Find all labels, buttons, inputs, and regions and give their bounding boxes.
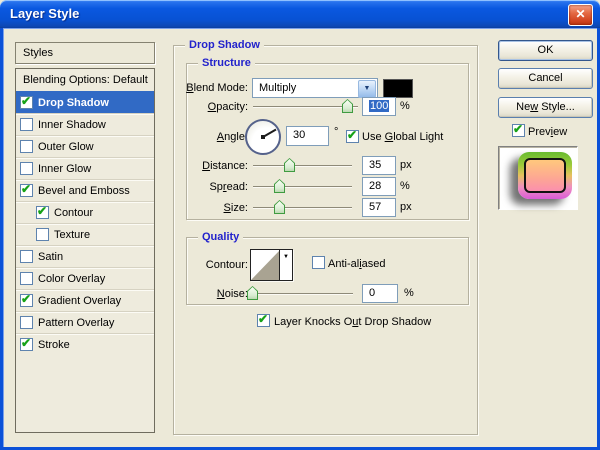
style-checkbox[interactable]	[20, 118, 33, 131]
opacity-label: Opacity:	[207, 101, 248, 113]
use-global-light-checkbox[interactable]	[346, 128, 359, 143]
anti-aliased-checkbox[interactable]	[312, 256, 325, 269]
close-button[interactable]: ✕	[568, 4, 593, 26]
style-list-item[interactable]: Contour	[16, 201, 154, 223]
style-list-item[interactable]: Gradient Overlay	[16, 289, 154, 311]
style-list-item[interactable]: Texture	[16, 223, 154, 245]
shadow-color-swatch[interactable]	[383, 79, 413, 98]
style-label: Outer Glow	[38, 140, 94, 153]
spread-slider-track[interactable]	[253, 186, 352, 187]
style-list-item[interactable]: Stroke	[16, 333, 154, 355]
style-checkbox[interactable]	[20, 140, 33, 153]
distance-unit: px	[400, 159, 412, 171]
close-icon: ✕	[575, 7, 586, 21]
style-list-item[interactable]: Inner Glow	[16, 157, 154, 179]
style-list-item[interactable]: Drop Shadow	[16, 91, 154, 113]
style-list-item[interactable]: Pattern Overlay	[16, 311, 154, 333]
style-list-item[interactable]: Outer Glow	[16, 135, 154, 157]
styles-list: Blending Options: Default Drop Shadow In…	[15, 68, 155, 433]
cancel-button[interactable]: Cancel	[498, 68, 593, 89]
size-input[interactable]: 57	[362, 198, 396, 217]
style-label: Color Overlay	[38, 272, 106, 285]
layer-knocks-out-label: Layer Knocks Out Drop Shadow	[274, 316, 432, 328]
noise-slider-thumb[interactable]	[247, 286, 258, 300]
styles-header: Styles	[15, 42, 155, 64]
size-slider-thumb[interactable]	[274, 200, 285, 214]
style-checkbox[interactable]	[20, 316, 33, 329]
style-label: Pattern Overlay	[38, 316, 115, 329]
angle-label: Angle:	[216, 131, 248, 143]
style-list-item[interactable]: Color Overlay	[16, 267, 154, 289]
style-list-item[interactable]: Blending Options: Default	[16, 69, 154, 91]
spread-unit: %	[400, 180, 410, 192]
window-title: Layer Style	[10, 6, 80, 21]
blend-mode-label: Blend Mode:	[186, 82, 248, 94]
noise-label: Noise:	[216, 288, 248, 300]
preview-label: Preview	[528, 126, 568, 138]
size-label: Size:	[223, 202, 248, 214]
contour-picker[interactable]: ▼	[250, 249, 293, 281]
size-unit: px	[400, 201, 412, 213]
style-label: Blending Options: Default	[23, 74, 148, 86]
contour-label: Contour:	[205, 259, 248, 271]
style-label: Inner Shadow	[38, 118, 106, 131]
style-checkbox[interactable]	[20, 250, 33, 263]
opacity-unit: %	[400, 100, 410, 112]
blend-mode-select[interactable]: Multiply ▼	[252, 78, 378, 98]
style-checkbox[interactable]	[20, 272, 33, 285]
angle-unit: °	[334, 126, 339, 138]
style-checkbox[interactable]	[36, 204, 49, 219]
style-label: Gradient Overlay	[38, 294, 122, 307]
spread-slider-thumb[interactable]	[274, 179, 285, 193]
distance-label: Distance:	[202, 160, 248, 172]
style-checkbox[interactable]	[20, 162, 33, 175]
size-slider-track[interactable]	[253, 207, 352, 208]
style-checkbox[interactable]	[20, 336, 33, 351]
anti-aliased-label: Anti-aliased	[328, 258, 386, 270]
style-checkbox[interactable]	[20, 94, 33, 109]
style-label: Drop Shadow	[38, 96, 109, 109]
style-label: Stroke	[38, 338, 70, 351]
contour-thumbnail	[251, 250, 280, 280]
style-label: Contour	[54, 206, 94, 219]
title-bar[interactable]: Layer Style ✕	[0, 0, 600, 28]
style-label: Satin	[38, 250, 64, 263]
chevron-down-icon[interactable]: ▼	[279, 250, 292, 280]
style-list-item[interactable]: Bevel and Emboss	[16, 179, 154, 201]
style-checkbox[interactable]	[36, 228, 49, 241]
blend-mode-value: Multiply	[259, 82, 297, 94]
use-global-light-label: Use Global Light	[362, 131, 444, 143]
layer-knocks-out-checkbox[interactable]	[257, 312, 270, 327]
opacity-input[interactable]: 100	[362, 97, 396, 116]
panel-title: Drop Shadow	[185, 39, 264, 51]
style-preview-thumbnail	[518, 152, 572, 199]
ok-button[interactable]: OK	[498, 40, 593, 61]
noise-input[interactable]: 0	[362, 284, 398, 303]
style-label: Bevel and Emboss	[38, 184, 130, 197]
opacity-slider-thumb[interactable]	[342, 99, 353, 113]
noise-slider-track[interactable]	[252, 293, 353, 294]
opacity-value: 100	[369, 100, 390, 112]
distance-input[interactable]: 35	[362, 156, 396, 175]
angle-input[interactable]: 30	[286, 126, 329, 146]
quality-title: Quality	[198, 231, 244, 243]
distance-slider-track[interactable]	[253, 165, 352, 166]
distance-slider-thumb[interactable]	[284, 158, 295, 172]
style-label: Texture	[54, 228, 91, 241]
angle-dial[interactable]	[245, 119, 281, 155]
style-checkbox[interactable]	[20, 292, 33, 307]
new-style-button[interactable]: New Style...	[498, 97, 593, 118]
structure-title: Structure	[198, 57, 255, 69]
noise-unit: %	[404, 287, 414, 299]
style-checkbox[interactable]	[20, 182, 33, 197]
preview-checkbox[interactable]	[512, 122, 525, 137]
spread-label: Spread:	[209, 181, 248, 193]
style-label: Inner Glow	[38, 162, 92, 175]
chevron-down-icon[interactable]: ▼	[358, 80, 376, 98]
spread-input[interactable]: 28	[362, 177, 396, 196]
style-list-item[interactable]: Satin	[16, 245, 154, 267]
style-list-item[interactable]: Inner Shadow	[16, 113, 154, 135]
